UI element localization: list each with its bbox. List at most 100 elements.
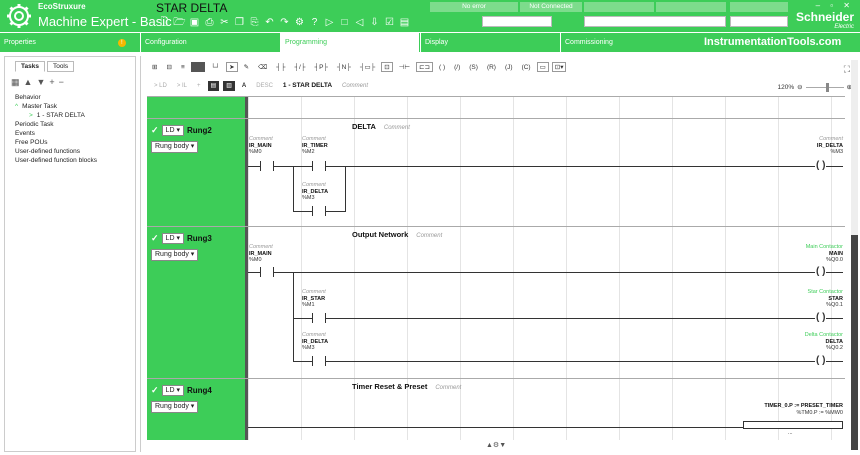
convert-ld-button[interactable]: > LD bbox=[151, 81, 170, 91]
tab-configuration[interactable]: Configuration bbox=[140, 33, 279, 52]
tab-display[interactable]: Display bbox=[420, 33, 559, 52]
checkmark-icon[interactable]: ✓ bbox=[151, 385, 159, 396]
rung-3-coil-star[interactable]: ( ) bbox=[815, 313, 827, 323]
tab-tools[interactable]: Tools bbox=[46, 61, 75, 72]
coil-set-icon[interactable]: (S) bbox=[466, 62, 481, 72]
rung-list-icon[interactable]: ≡ bbox=[178, 62, 188, 72]
contact-p-icon[interactable]: ┤P├ bbox=[311, 62, 331, 72]
tab-properties[interactable]: Properties ! bbox=[0, 33, 139, 52]
tree-item-events[interactable]: Events bbox=[15, 129, 97, 138]
tree-item-behavior[interactable]: Behavior bbox=[15, 93, 97, 102]
rung-2-body-select[interactable]: Rung body ▾ bbox=[151, 141, 199, 153]
expand-chevron-icon[interactable]: > bbox=[29, 112, 33, 119]
rewind-icon[interactable]: ◁ bbox=[353, 16, 366, 29]
tab-tasks[interactable]: Tasks bbox=[15, 61, 45, 72]
save-icon[interactable]: ▣ bbox=[188, 16, 201, 29]
rung-3-language-select[interactable]: LD ▾ bbox=[161, 233, 184, 244]
zoom-slider-knob[interactable] bbox=[825, 82, 829, 92]
rung-block-icon[interactable] bbox=[190, 62, 205, 72]
rung-2-grid[interactable]: DELTA Comment Comment IR_MAIN %M0 Comment IR… bbox=[245, 119, 845, 226]
rung-navigation[interactable]: ▲⚙▼ bbox=[486, 441, 506, 449]
stop-icon[interactable]: □ bbox=[338, 16, 351, 29]
desc-button[interactable]: DESC bbox=[253, 81, 276, 91]
paste-icon[interactable]: ⎘ bbox=[248, 16, 261, 29]
rung-comment[interactable]: Comment bbox=[416, 233, 442, 239]
rung-2-contact-3[interactable] bbox=[312, 206, 326, 216]
rung-2-contact-2[interactable] bbox=[312, 161, 326, 171]
fit-screen-icon[interactable]: ⛶ bbox=[844, 64, 850, 75]
rung-4-language-select[interactable]: LD ▾ bbox=[161, 385, 184, 396]
tab-programming[interactable]: Programming bbox=[280, 33, 419, 52]
rung-4-assign-label[interactable]: TIMER_0.P := PRESET_TIMER %TM0.P := %MW0 bbox=[718, 403, 843, 416]
view-il-icon[interactable]: ▥ bbox=[223, 81, 235, 91]
rung-2-coil[interactable]: ( ) bbox=[815, 161, 827, 171]
help-icon[interactable]: ? bbox=[308, 16, 321, 29]
rung-2-language-select[interactable]: LD ▾ bbox=[161, 125, 184, 136]
rung-3-coil-delta[interactable]: ( ) bbox=[815, 356, 827, 366]
insert-rung-after-icon[interactable]: ⊟ bbox=[163, 62, 174, 72]
tree-menu-icon[interactable]: ▦ bbox=[11, 77, 24, 87]
branch-icon[interactable]: └┘ bbox=[208, 62, 223, 72]
path-field-2[interactable] bbox=[730, 16, 788, 27]
rung-3-c2-label[interactable]: Comment IR_STAR %M1 bbox=[302, 289, 326, 309]
checkmark-icon[interactable]: ✓ bbox=[151, 125, 159, 136]
insert-rung-icon[interactable]: ⊞ bbox=[149, 62, 160, 72]
function-block-icon[interactable]: ⊏⊐ bbox=[416, 62, 433, 72]
rung-2-contact-1[interactable] bbox=[260, 161, 274, 171]
zoom-slider[interactable] bbox=[805, 82, 844, 92]
path-field[interactable] bbox=[584, 16, 726, 27]
rung-comment[interactable]: Comment bbox=[435, 385, 461, 391]
rung-3-c1-label[interactable]: Comment IR_MAIN %M0 bbox=[249, 244, 273, 264]
rung-3-contact-2[interactable] bbox=[312, 313, 326, 323]
target-select[interactable] bbox=[482, 16, 552, 27]
tree-item-user-function-blocks[interactable]: User-defined function blocks bbox=[15, 156, 97, 165]
eraser-icon[interactable]: ⌫ bbox=[255, 62, 270, 72]
document-icon[interactable]: ▤ bbox=[398, 16, 411, 29]
contact-nc-icon[interactable]: ┤/├ bbox=[291, 62, 308, 72]
rung-2-c2-label[interactable]: Comment IR_TIMER %M2 bbox=[302, 136, 328, 156]
move-up-icon[interactable]: ▲ bbox=[24, 77, 37, 87]
move-down-icon[interactable]: ▼ bbox=[36, 77, 49, 87]
rung-3-contact-1[interactable] bbox=[260, 267, 274, 277]
coil-call-icon[interactable]: (C) bbox=[519, 62, 534, 72]
add-rung-button[interactable]: + bbox=[194, 81, 204, 91]
rung-3-body-select[interactable]: Rung body ▾ bbox=[151, 249, 199, 261]
rung-4-body-select[interactable]: Rung body ▾ bbox=[151, 401, 199, 413]
rung-3-contact-3[interactable] bbox=[312, 356, 326, 366]
tab-commissioning[interactable]: Commissioning bbox=[560, 33, 699, 52]
rung-2-c1-label[interactable]: Comment IR_MAIN %M0 bbox=[249, 136, 273, 156]
run-icon[interactable]: ▷ bbox=[323, 16, 336, 29]
window-controls[interactable]: – ▫ ✕ bbox=[816, 1, 854, 10]
open-folder-icon[interactable]: 🗁 bbox=[173, 16, 186, 29]
rung-4-title[interactable]: Timer Reset & Preset Comment bbox=[352, 382, 461, 391]
coil-jump-icon[interactable]: (J) bbox=[502, 62, 516, 72]
collapse-chevron-icon[interactable]: ^ bbox=[15, 103, 18, 110]
coil-icon[interactable]: ( ) bbox=[436, 62, 448, 72]
checkmark-icon[interactable]: ✓ bbox=[151, 233, 159, 244]
add-icon[interactable]: + bbox=[49, 77, 58, 87]
redo-icon[interactable]: ↷ bbox=[278, 16, 291, 29]
pou-comment[interactable]: Comment bbox=[339, 81, 371, 91]
font-icon[interactable]: A bbox=[239, 81, 249, 91]
undo-icon[interactable]: ↶ bbox=[263, 16, 276, 29]
view-ld-icon[interactable]: ▤ bbox=[207, 81, 220, 91]
operate-block-icon[interactable]: ⊡ bbox=[381, 62, 393, 72]
contact-n-icon[interactable]: ┤N├ bbox=[334, 62, 354, 72]
pencil-icon[interactable]: ✎ bbox=[241, 62, 252, 72]
rung-3-coil-main[interactable]: ( ) bbox=[815, 267, 827, 277]
tree-item-star-delta[interactable]: >1 - STAR DELTA bbox=[15, 111, 97, 120]
convert-il-button[interactable]: > IL bbox=[174, 81, 190, 91]
settings-gear-icon[interactable]: ⚙ bbox=[293, 16, 306, 29]
rung-4-grid[interactable]: Timer Reset & Preset Comment TIMER_0.P :=… bbox=[245, 379, 845, 440]
rung-3-title[interactable]: Output Network Comment bbox=[352, 230, 442, 239]
contact-no-icon[interactable]: ┤├ bbox=[273, 62, 288, 72]
rung-comment[interactable]: Comment bbox=[384, 125, 410, 131]
coil-reset-icon[interactable]: (R) bbox=[484, 62, 499, 72]
tree-item-free-pous[interactable]: Free POUs bbox=[15, 138, 97, 147]
rung-3-grid[interactable]: Output Network Comment Comment IR_MAIN %M0 … bbox=[245, 227, 845, 378]
operation-icon[interactable]: ▭ bbox=[536, 62, 549, 72]
rung-2-coil-label[interactable]: Comment IR_DELTA %M3 bbox=[783, 136, 843, 156]
cut-icon[interactable]: ✂ bbox=[218, 16, 231, 29]
rung-2-c3-label[interactable]: Comment IR_DELTA %M3 bbox=[302, 182, 328, 202]
check-icon[interactable]: ☑ bbox=[383, 16, 396, 29]
